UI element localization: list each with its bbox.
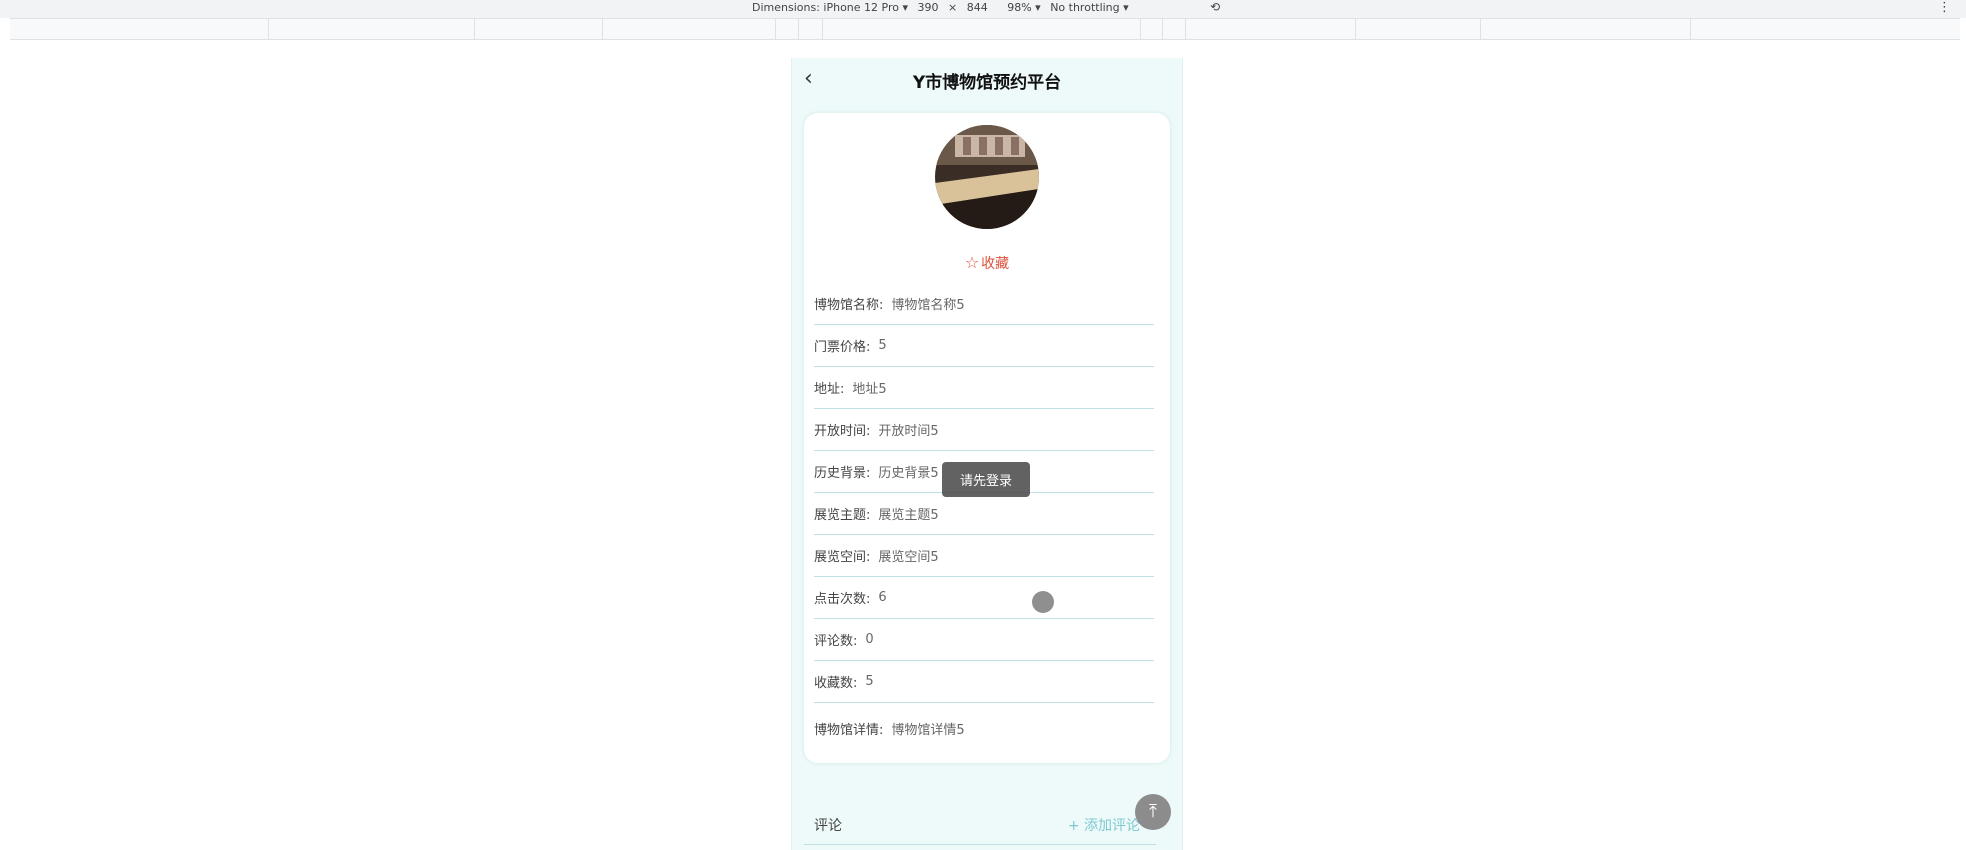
field-value: 开放时间5	[878, 424, 939, 439]
field-value: 5	[878, 338, 887, 353]
field-label: 历史背景:	[814, 466, 871, 481]
field-row: 展览主题: 展览主题5	[814, 493, 1154, 535]
add-comment-button[interactable]: + 添加评论	[1068, 815, 1140, 835]
rotate-icon[interactable]: ⟲	[1210, 0, 1220, 14]
field-value: 博物馆名称5	[891, 298, 965, 313]
field-label: 博物馆详情:	[814, 722, 884, 738]
device-select[interactable]: Dimensions: iPhone 12 Pro ▾	[752, 1, 908, 14]
field-row: 博物馆详情: 博物馆详情5	[814, 703, 1154, 753]
media-query-ruler	[10, 18, 1960, 40]
field-row: 点击次数: 6	[814, 577, 1154, 619]
field-value: 展览空间5	[878, 550, 939, 565]
zoom-select[interactable]: 98% ▾	[1007, 1, 1040, 14]
detail-fields: 博物馆名称: 博物馆名称5 门票价格: 5 地址: 地址5 开放时间: 开放时间…	[814, 283, 1154, 753]
field-value: 博物馆详情5	[891, 722, 965, 738]
throttling-select[interactable]: No throttling ▾	[1050, 1, 1128, 14]
viewport-width[interactable]: 390	[918, 1, 939, 14]
devtools-toolbar: Dimensions: iPhone 12 Pro ▾ 390 × 844 98…	[0, 0, 1966, 18]
field-label: 展览空间:	[814, 550, 871, 565]
field-row: 地址: 地址5	[814, 367, 1154, 409]
field-label: 开放时间:	[814, 424, 871, 439]
field-value: 展览主题5	[878, 508, 939, 523]
field-row: 展览空间: 展览空间5	[814, 535, 1154, 577]
comment-label: 评论	[814, 818, 842, 834]
field-label: 展览主题:	[814, 508, 871, 523]
header: ‹ Y市博物馆预约平台	[792, 58, 1182, 102]
field-row: 开放时间: 开放时间5	[814, 409, 1154, 451]
comment-section-header: 评论 + 添加评论	[804, 806, 1156, 845]
touch-cursor	[1032, 591, 1054, 613]
field-row: 门票价格: 5	[814, 325, 1154, 367]
field-label: 收藏数:	[814, 676, 858, 691]
field-row: 收藏数: 5	[814, 661, 1154, 703]
field-label: 博物馆名称:	[814, 298, 884, 313]
field-value: 历史背景5	[878, 466, 939, 481]
museum-detail-card: ☆ 收藏 博物馆名称: 博物馆名称5 门票价格: 5 地址: 地址5 开放时间: …	[804, 113, 1170, 763]
field-value: 5	[865, 674, 874, 689]
device-dimensions[interactable]: Dimensions: iPhone 12 Pro ▾ 390 × 844 98…	[752, 1, 1135, 14]
field-label: 门票价格:	[814, 340, 871, 355]
field-label: 地址:	[814, 382, 845, 397]
arrow-up-to-top-icon[interactable]: ⤒	[1135, 794, 1171, 830]
field-label: 点击次数:	[814, 592, 871, 607]
field-label: 评论数:	[814, 634, 858, 649]
viewport-height[interactable]: 844	[967, 1, 988, 14]
field-value: 地址5	[852, 382, 887, 397]
favorite-button[interactable]: ☆ 收藏	[804, 253, 1170, 273]
dimension-separator: ×	[948, 1, 958, 14]
field-value: 0	[865, 632, 874, 647]
star-outline-icon: ☆	[964, 253, 980, 272]
more-vert-icon[interactable]: ⋮	[1938, 0, 1951, 15]
login-toast: 请先登录	[942, 462, 1031, 497]
field-value: 6	[878, 590, 887, 605]
mobile-viewport: ‹ Y市博物馆预约平台 ☆ 收藏 博物馆名称: 博物馆名称5 门票价格: 5 地…	[791, 58, 1183, 850]
museum-image	[935, 125, 1039, 229]
page-title: Y市博物馆预约平台	[912, 73, 1062, 93]
field-row: 博物馆名称: 博物馆名称5	[814, 283, 1154, 325]
field-row: 评论数: 0	[814, 619, 1154, 661]
favorite-label: 收藏	[981, 256, 1010, 272]
